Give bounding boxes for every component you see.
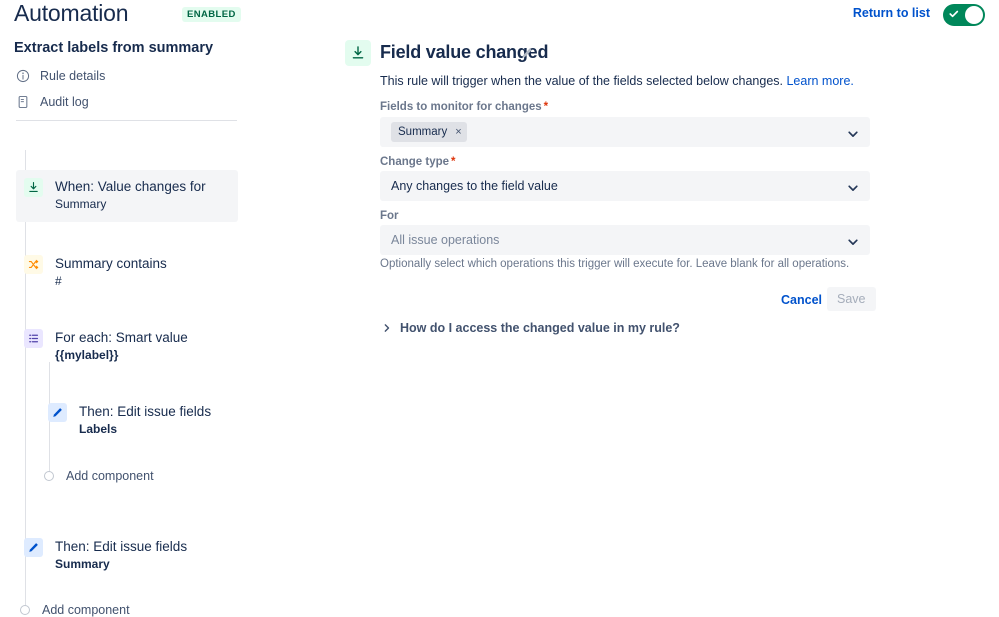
tree-node-title: When: Value changes for [55, 179, 206, 194]
tree-node-when-trigger[interactable]: When: Value changes for Summary [16, 170, 238, 222]
for-field-label: For [380, 210, 399, 222]
tree-node-then-edit-labels[interactable]: Then: Edit issue fields Labels [40, 395, 219, 445]
add-component-button-inner[interactable]: Add component [44, 469, 154, 483]
for-field-help-text: Optionally select which operations this … [380, 258, 850, 270]
field-label-text: Fields to monitor for changes [380, 101, 542, 113]
check-icon [949, 10, 959, 18]
required-asterisk: * [451, 156, 456, 168]
add-component-dot-icon [20, 605, 30, 615]
tag-remove-icon[interactable]: × [455, 126, 461, 138]
tree-node-text: Then: Edit issue fields Labels [79, 403, 211, 437]
fields-to-monitor-select[interactable]: Summary × [380, 117, 870, 147]
branch-list-icon [24, 329, 43, 348]
trigger-detail-panel: Field value changed This rule will trigg… [340, 32, 999, 593]
info-circle-icon [16, 69, 30, 83]
change-type-label: Change type * [380, 156, 456, 168]
return-to-list-link[interactable]: Return to list [853, 6, 930, 20]
fields-to-monitor-label: Fields to monitor for changes * [380, 101, 548, 113]
condition-shuffle-icon [24, 255, 43, 274]
tree-node-title: For each: Smart value [55, 330, 188, 345]
how-do-i-label: How do I access the changed value in my … [400, 321, 680, 335]
status-badge: ENABLED [182, 7, 241, 22]
how-do-i-expander[interactable]: How do I access the changed value in my … [382, 321, 680, 335]
sidebar-item-label: Rule details [40, 69, 106, 83]
rule-name-heading: Extract labels from summary [14, 40, 214, 56]
add-component-label: Add component [42, 603, 130, 617]
tree-node-subtitle: # [55, 274, 62, 288]
page-title: Automation [14, 0, 129, 26]
trigger-description: This rule will trigger when the value of… [380, 74, 854, 88]
tree-node-subtitle: Labels [79, 422, 118, 436]
field-label-text: Change type [380, 156, 450, 168]
tag-label: Summary [398, 126, 448, 138]
chevron-down-icon [848, 239, 858, 245]
field-value-changed-icon [24, 178, 43, 197]
tag-chip-summary[interactable]: Summary × [391, 122, 467, 142]
chevron-right-icon [384, 324, 390, 332]
edit-pencil-icon [24, 538, 43, 557]
left-panel: Extract labels from summary Rule details… [0, 32, 340, 617]
rule-enabled-toggle[interactable] [943, 4, 985, 26]
save-button[interactable]: Save [827, 287, 876, 311]
sidebar-divider [16, 120, 237, 121]
add-component-button-outer[interactable]: Add component [20, 603, 130, 617]
pencil-icon[interactable] [520, 46, 534, 60]
tree-node-subtitle: Summary [55, 197, 107, 211]
required-asterisk: * [543, 101, 549, 113]
tree-node-text: Then: Edit issue fields Summary [55, 538, 187, 572]
field-value-changed-icon [345, 40, 371, 66]
chevron-down-icon [848, 185, 858, 191]
app-header: Automation ENABLED Return to list [0, 0, 999, 32]
tree-node-condition[interactable]: Summary contains # [16, 247, 175, 297]
tree-node-title: Summary contains [55, 256, 167, 271]
tree-node-text: Summary contains # [55, 255, 167, 289]
tree-node-then-edit-summary[interactable]: Then: Edit issue fields Summary [16, 530, 195, 580]
tree-node-for-each[interactable]: For each: Smart value {{mylabel}} [16, 321, 196, 371]
add-component-label: Add component [66, 469, 154, 483]
change-type-select[interactable]: Any changes to the field value [380, 171, 870, 201]
tree-node-title: Then: Edit issue fields [55, 539, 188, 554]
change-type-value: Any changes to the field value [391, 179, 558, 193]
cancel-button[interactable]: Cancel [775, 289, 828, 311]
document-icon [18, 96, 28, 108]
sidebar-item-rule-details[interactable]: Rule details [16, 69, 105, 83]
learn-more-link[interactable]: Learn more. [786, 74, 853, 88]
chevron-down-icon [848, 131, 858, 137]
sidebar-item-audit-log[interactable]: Audit log [16, 95, 89, 109]
field-label-text: For [380, 210, 399, 222]
tree-node-title: Then: Edit issue fields [79, 404, 212, 419]
tree-node-text: When: Value changes for Summary [55, 178, 206, 212]
add-component-dot-icon [44, 471, 54, 481]
edit-pencil-icon [48, 403, 67, 422]
trigger-description-text: This rule will trigger when the value of… [380, 74, 783, 88]
tree-node-text: For each: Smart value {{mylabel}} [55, 329, 188, 363]
for-operations-placeholder: All issue operations [391, 233, 500, 247]
sidebar-item-label: Audit log [40, 95, 89, 109]
tree-node-subtitle: Summary [55, 557, 110, 571]
tree-node-subtitle: {{mylabel}} [55, 348, 119, 362]
for-operations-select[interactable]: All issue operations [380, 225, 870, 255]
toggle-knob [965, 6, 983, 24]
